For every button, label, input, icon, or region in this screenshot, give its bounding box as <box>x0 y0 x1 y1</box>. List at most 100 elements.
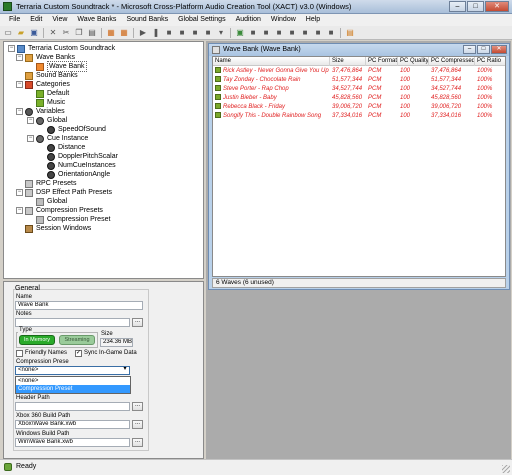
cut-icon[interactable]: ✂ <box>61 28 71 38</box>
wave-maximize-button[interactable]: □ <box>477 45 490 54</box>
dropdown-option-compression-preset[interactable]: Compression Preset <box>16 385 130 393</box>
tree-session-windows[interactable]: Session Windows <box>25 224 91 233</box>
menu-window[interactable]: Window <box>266 14 301 26</box>
wave-table[interactable]: Name Size PC Format PC Quality PC Compre… <box>212 56 506 277</box>
zoom-icon[interactable]: ■ <box>287 28 297 38</box>
save-icon[interactable]: ▣ <box>29 28 39 38</box>
menu-audition[interactable]: Audition <box>231 14 266 26</box>
collapse-toggle[interactable]: − <box>16 54 23 61</box>
tree-global[interactable]: Global <box>36 116 67 125</box>
notes-field[interactable] <box>15 318 130 327</box>
menu-wave-banks[interactable]: Wave Banks <box>72 14 121 26</box>
new-icon[interactable]: ▭ <box>3 28 13 38</box>
dock-icon[interactable]: ■ <box>326 28 336 38</box>
stop-icon[interactable]: ■ <box>164 28 174 38</box>
wave-bank-icon[interactable]: ▦ <box>106 28 116 38</box>
grid-icon[interactable]: ■ <box>300 28 310 38</box>
tree-cue-instance[interactable]: Cue Instance <box>36 134 88 143</box>
pause-icon[interactable]: ❚ <box>151 28 161 38</box>
tree-distance[interactable]: Distance <box>47 143 85 152</box>
tree-doppler[interactable]: DopplerPitchScalar <box>47 152 118 161</box>
close-button[interactable]: ✕ <box>485 1 509 12</box>
tree-default[interactable]: Default <box>36 89 69 98</box>
column-header-pc-compressed[interactable]: PC Compressed <box>429 57 475 66</box>
dropdown-icon[interactable]: ▾ <box>216 28 226 38</box>
wave-close-button[interactable]: ✕ <box>491 45 507 54</box>
wave-bank-titlebar[interactable]: Wave Bank (Wave Bank) – □ ✕ <box>209 44 509 56</box>
windows-path-field[interactable]: Win\Wave Bank.xwb <box>15 438 130 447</box>
table-row[interactable]: Rebecca Black - Friday 39,006,720 PCM 10… <box>213 103 505 112</box>
resize-grip[interactable] <box>502 465 510 473</box>
tree-orientation[interactable]: OrientationAngle <box>47 170 110 179</box>
table-row[interactable]: Tay Zonday - Chocolate Rain 51,577,344 P… <box>213 76 505 85</box>
column-header-pc-quality[interactable]: PC Quality <box>398 57 429 66</box>
copy-icon[interactable]: ❐ <box>74 28 84 38</box>
table-row[interactable]: Rick Astley - Never Gonna Give You Up 37… <box>213 67 505 76</box>
sound-bank-icon[interactable]: ▦ <box>119 28 129 38</box>
column-header-pc-ratio[interactable]: PC Ratio <box>475 57 505 66</box>
tree-dsp-global[interactable]: Global <box>36 197 67 206</box>
tree-wave-bank[interactable]: Wave Bank <box>36 61 87 72</box>
delete-icon[interactable]: ✕ <box>48 28 58 38</box>
collapse-toggle[interactable]: − <box>16 207 23 214</box>
dropdown-option-none[interactable]: <none> <box>16 377 130 385</box>
tree-dsp-presets[interactable]: DSP Effect Path Presets <box>25 188 112 197</box>
tree-music[interactable]: Music <box>36 98 65 107</box>
header-path-browse-button[interactable]: ... <box>132 402 143 411</box>
xbox-path-field[interactable]: Xbox\Wave Bank.xwb <box>15 420 130 429</box>
menu-view[interactable]: View <box>47 14 72 26</box>
table-row[interactable]: Songify This - Double Rainbow Song 37,33… <box>213 112 505 121</box>
tree-root[interactable]: Terraria Custom Soundtrack <box>17 44 115 53</box>
wave-minimize-button[interactable]: – <box>463 45 476 54</box>
compression-preset-select[interactable]: <none> <box>15 366 130 375</box>
windows-path-browse-button[interactable]: ... <box>132 438 143 447</box>
chevron-down-icon[interactable]: ▾ <box>121 366 129 374</box>
build-wave-icon[interactable]: ■ <box>248 28 258 38</box>
maximize-button[interactable]: □ <box>467 1 484 12</box>
help-icon[interactable]: ▤ <box>345 28 355 38</box>
collapse-toggle[interactable]: − <box>27 117 34 124</box>
build-sound-icon[interactable]: ■ <box>261 28 271 38</box>
collapse-toggle[interactable]: − <box>27 135 34 142</box>
notes-browse-button[interactable]: ... <box>132 318 143 327</box>
menu-help[interactable]: Help <box>301 14 325 26</box>
column-header-pc-format[interactable]: PC Format <box>366 57 398 66</box>
collapse-toggle[interactable]: − <box>8 45 15 52</box>
tree-categories[interactable]: Categories <box>25 80 70 89</box>
record-icon[interactable]: ■ <box>190 28 200 38</box>
paste-icon[interactable]: ▤ <box>87 28 97 38</box>
step-icon[interactable]: ■ <box>203 28 213 38</box>
table-row[interactable]: Justin Bieber - Baby 45,828,560 PCM 100 … <box>213 94 505 103</box>
build-icon[interactable]: ▣ <box>235 28 245 38</box>
streaming-toggle[interactable]: Streaming <box>59 335 95 345</box>
friendly-names-checkbox[interactable] <box>16 350 23 357</box>
menu-global-settings[interactable]: Global Settings <box>173 14 230 26</box>
sync-in-game-checkbox[interactable]: ✓ <box>75 350 82 357</box>
in-memory-toggle[interactable]: In Memory <box>19 335 55 345</box>
collapse-toggle[interactable]: − <box>16 81 23 88</box>
tree-compression-presets[interactable]: Compression Presets <box>25 206 103 215</box>
open-icon[interactable]: ▰ <box>16 28 26 38</box>
loop-icon[interactable]: ■ <box>177 28 187 38</box>
table-row[interactable]: Steve Porter - Rap Chop 34,527,744 PCM 1… <box>213 85 505 94</box>
layout-icon[interactable]: ■ <box>313 28 323 38</box>
xbox-path-browse-button[interactable]: ... <box>132 420 143 429</box>
project-tree[interactable]: − Terraria Custom Soundtrack − Wave Bank… <box>3 41 204 279</box>
tree-speed-of-sound[interactable]: SpeedOfSound <box>47 125 106 134</box>
menu-sound-banks[interactable]: Sound Banks <box>121 14 173 26</box>
pan-icon[interactable]: ■ <box>274 28 284 38</box>
tree-num-cue-instances[interactable]: NumCueInstances <box>47 161 116 170</box>
collapse-toggle[interactable]: − <box>16 189 23 196</box>
column-header-size[interactable]: Size <box>330 57 366 66</box>
name-field[interactable]: Wave Bank <box>15 301 143 310</box>
compression-preset-dropdown[interactable]: <none> Compression Preset <box>15 376 131 394</box>
tree-rpc-presets[interactable]: RPC Presets <box>25 179 76 188</box>
tree-compression-preset[interactable]: Compression Preset <box>36 215 110 224</box>
menu-file[interactable]: File <box>4 14 25 26</box>
column-header-name[interactable]: Name <box>213 57 330 66</box>
minimize-button[interactable]: – <box>449 1 466 12</box>
play-icon[interactable]: ▶ <box>138 28 148 38</box>
menu-edit[interactable]: Edit <box>25 14 47 26</box>
tree-variables[interactable]: Variables <box>25 107 65 116</box>
header-path-field[interactable] <box>15 402 130 411</box>
